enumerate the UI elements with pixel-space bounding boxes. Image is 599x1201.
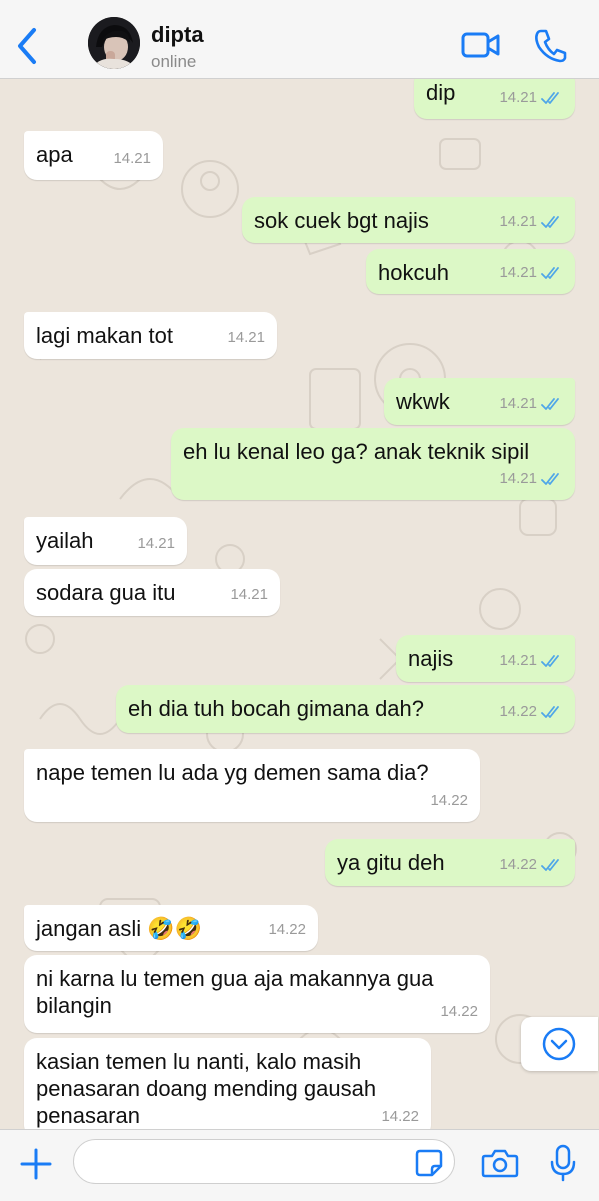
message-input[interactable]	[73, 1139, 455, 1184]
phone-icon	[535, 29, 567, 63]
contact-name[interactable]: dipta	[151, 22, 204, 48]
avatar-photo	[88, 17, 140, 69]
message-meta: 14.21	[499, 647, 563, 674]
message-time: 14.22	[499, 856, 537, 873]
message-time: 14.22	[381, 1108, 419, 1125]
incoming-message[interactable]: sodara gua itu 14.21	[24, 569, 280, 616]
double-check-icon	[541, 858, 559, 871]
chat-area[interactable]: dip 14.21 apa 14.21 sok cuek bgt najis 14.21 h…	[0, 79, 599, 1129]
message-text: hokcuh	[378, 260, 449, 285]
double-check-icon	[541, 397, 559, 410]
message-text: lagi makan tot	[36, 323, 173, 348]
message-time: 14.21	[227, 329, 265, 346]
incoming-message[interactable]: jangan asli 🤣🤣 14.22	[24, 905, 318, 951]
back-button[interactable]	[14, 26, 44, 66]
message-meta: 14.21	[137, 530, 175, 557]
outgoing-message[interactable]: wkwk 14.21	[384, 378, 575, 425]
message-meta: 14.21	[113, 145, 151, 172]
camera-button[interactable]	[481, 1148, 519, 1178]
message-text: sok cuek bgt najis	[254, 208, 429, 233]
video-call-button[interactable]	[461, 30, 501, 60]
message-text: ni karna lu temen gua aja makannya gua b…	[36, 966, 434, 1018]
double-check-icon	[541, 654, 559, 667]
message-meta: 14.21	[499, 390, 563, 417]
double-check-icon	[541, 472, 559, 485]
message-meta: 14.21	[499, 84, 563, 111]
message-time: 14.21	[137, 535, 175, 552]
chat-header: dipta online	[0, 0, 599, 79]
message-time: 14.21	[499, 395, 537, 412]
outgoing-message[interactable]: najis 14.21	[396, 635, 575, 682]
message-text: sodara gua itu	[36, 580, 176, 605]
sticker-icon	[415, 1149, 443, 1177]
incoming-message[interactable]: ni karna lu temen gua aja makannya gua b…	[24, 955, 490, 1033]
sticker-button[interactable]	[414, 1148, 444, 1178]
message-time: 14.21	[499, 652, 537, 669]
double-check-icon	[541, 91, 559, 104]
message-text: najis	[408, 646, 454, 671]
double-check-icon	[541, 215, 559, 228]
message-meta: 14.21	[499, 259, 563, 286]
contact-status: online	[151, 52, 197, 71]
incoming-message[interactable]: lagi makan tot 14.21	[24, 312, 277, 359]
message-time: 14.22	[440, 1003, 478, 1020]
outgoing-message[interactable]: eh dia tuh bocah gimana dah? 14.22	[116, 685, 575, 733]
message-meta: 14.22	[499, 851, 563, 878]
message-text: apa	[36, 142, 73, 167]
message-text: kasian temen lu nanti, kalo masih penasa…	[36, 1049, 377, 1128]
chevron-left-icon	[18, 28, 36, 64]
message-text: ya gitu deh	[337, 850, 445, 875]
message-time: 14.21	[499, 89, 537, 106]
attach-button[interactable]	[16, 1144, 56, 1184]
chevron-down-circle-icon	[542, 1027, 576, 1061]
message-text: eh dia tuh bocah gimana dah?	[128, 696, 425, 721]
message-text: nape temen lu ada yg demen sama dia?	[36, 760, 429, 785]
message-meta: 14.22	[499, 698, 563, 725]
message-meta: 14.22	[381, 1103, 419, 1129]
message-time: 14.22	[268, 921, 306, 938]
incoming-message[interactable]: yailah 14.21	[24, 517, 187, 565]
message-meta: 14.21	[499, 208, 563, 235]
voice-call-button[interactable]	[533, 27, 567, 63]
incoming-message[interactable]: kasian temen lu nanti, kalo masih penasa…	[24, 1038, 431, 1129]
video-camera-icon	[461, 32, 500, 58]
microphone-icon	[550, 1144, 576, 1182]
message-text: dip	[426, 80, 456, 105]
double-check-icon	[541, 705, 559, 718]
scroll-to-bottom-button[interactable]	[521, 1017, 598, 1071]
outgoing-message[interactable]: eh lu kenal leo ga? anak teknik sipil 14.…	[171, 428, 575, 500]
incoming-message[interactable]: apa 14.21	[24, 131, 163, 180]
voice-message-button[interactable]	[548, 1143, 578, 1183]
message-time: 14.21	[499, 213, 537, 230]
message-time: 14.21	[499, 264, 537, 281]
double-check-icon	[541, 266, 559, 279]
message-meta: 14.21	[499, 465, 563, 492]
message-meta: 14.21	[227, 324, 265, 351]
message-meta: 14.22	[430, 787, 468, 814]
avatar[interactable]	[88, 17, 140, 69]
message-text: yailah	[36, 528, 94, 553]
message-text: wkwk	[396, 389, 450, 414]
outgoing-message[interactable]: ya gitu deh 14.22	[325, 839, 575, 886]
outgoing-message[interactable]: hokcuh 14.21	[366, 249, 575, 294]
message-text: jangan asli 🤣🤣	[36, 916, 203, 941]
message-text: eh lu kenal leo ga? anak teknik sipil	[183, 439, 530, 464]
message-time: 14.21	[230, 586, 268, 603]
plus-icon	[20, 1148, 52, 1180]
message-time: 14.22	[430, 792, 468, 809]
message-time: 14.21	[499, 470, 537, 487]
message-input-bar	[0, 1129, 599, 1201]
outgoing-message[interactable]: sok cuek bgt najis 14.21	[242, 197, 575, 243]
message-meta: 14.22	[440, 998, 478, 1025]
message-time: 14.21	[113, 150, 151, 167]
camera-icon	[481, 1149, 519, 1178]
message-meta: 14.22	[268, 916, 306, 943]
message-meta: 14.21	[230, 581, 268, 608]
incoming-message[interactable]: nape temen lu ada yg demen sama dia? 14.2…	[24, 749, 480, 822]
outgoing-message[interactable]: dip 14.21	[414, 79, 575, 119]
message-time: 14.22	[499, 703, 537, 720]
